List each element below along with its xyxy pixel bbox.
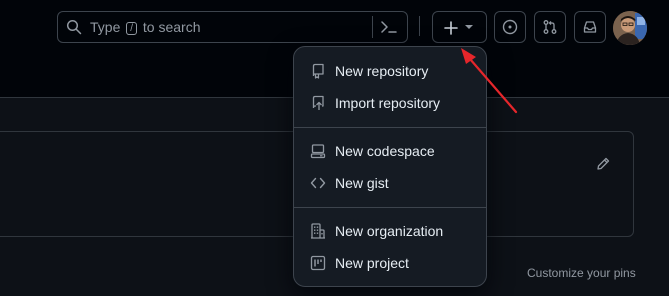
search-placeholder: Type / to search: [90, 19, 201, 35]
organization-icon: [311, 223, 325, 239]
git-pull-request-icon: [543, 20, 557, 34]
codespaces-icon: [310, 144, 326, 159]
repo-push-icon: [312, 95, 324, 110]
menu-divider: [294, 127, 486, 128]
issues-button[interactable]: [494, 11, 526, 43]
search-input[interactable]: Type / to search: [57, 11, 408, 43]
avatar-image: [613, 11, 647, 45]
menu-divider: [294, 207, 486, 208]
code-icon: [310, 177, 326, 189]
customize-pins-link[interactable]: Customize your pins: [527, 266, 636, 280]
plus-icon: [444, 21, 458, 35]
menu-item-import-repository[interactable]: Import repository: [302, 87, 480, 119]
slash-key-hint: /: [126, 22, 138, 35]
triangle-down-icon: [465, 25, 473, 29]
search-divider: [372, 16, 373, 38]
pencil-icon[interactable]: [595, 156, 611, 172]
project-icon: [310, 255, 326, 271]
command-palette-icon[interactable]: [380, 19, 398, 35]
issue-opened-icon: [502, 19, 518, 35]
menu-item-new-codespace[interactable]: New codespace: [302, 135, 480, 167]
inbox-icon: [583, 21, 597, 33]
search-icon: [66, 19, 82, 35]
repo-icon: [312, 63, 324, 79]
menu-item-new-gist[interactable]: New gist: [302, 167, 480, 199]
menu-item-new-project[interactable]: New project: [302, 247, 480, 279]
create-new-button[interactable]: [432, 11, 487, 43]
create-new-menu: New repository Import repository New cod…: [293, 46, 487, 287]
menu-item-new-organization[interactable]: New organization: [302, 215, 480, 247]
pull-requests-button[interactable]: [534, 11, 566, 43]
menu-item-new-repository[interactable]: New repository: [302, 55, 480, 87]
header-separator: [419, 16, 420, 36]
inbox-button[interactable]: [574, 11, 606, 43]
avatar[interactable]: [613, 11, 647, 45]
